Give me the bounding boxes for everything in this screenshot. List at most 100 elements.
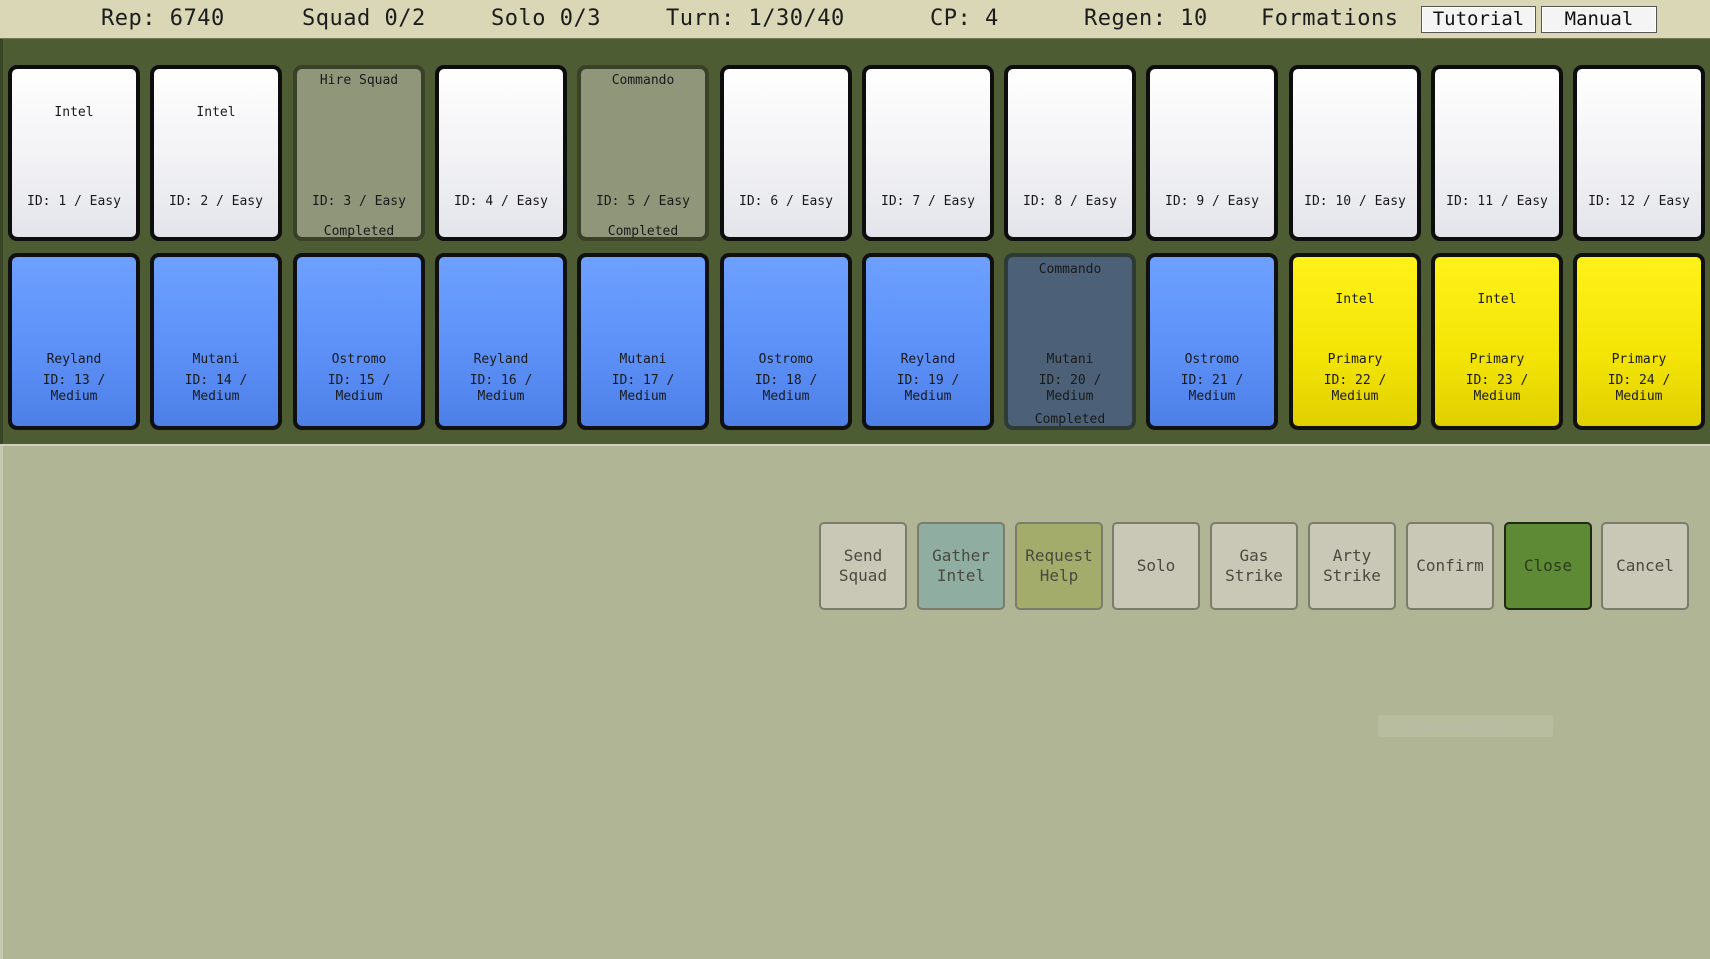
gather-intel-button[interactable]: Gather Intel (917, 522, 1005, 610)
card-id-label: ID: 24 / (1607, 373, 1671, 388)
send-squad-button[interactable]: Send Squad (819, 522, 907, 610)
card-top-label: Commando (1038, 262, 1102, 277)
mission-card-22[interactable]: Intel Primary ID: 22 /Medium (1289, 253, 1421, 430)
card-tag-label: Intel (196, 105, 236, 120)
card-difficulty-label: Medium (1615, 389, 1663, 404)
card-top-label: Hire Squad (319, 73, 399, 88)
card-status-label: Completed (607, 224, 679, 239)
snip-label: Rectangular Snip (1412, 720, 1497, 732)
card-difficulty-label: Medium (1188, 389, 1236, 404)
mission-card-2[interactable]: Intel ID: 2 / Easy (150, 65, 282, 241)
card-id-label: ID: 4 / Easy (454, 194, 548, 209)
card-id-label: ID: 11 / Easy (1446, 194, 1548, 209)
mission-card-9[interactable]: ID: 9 / Easy (1146, 65, 1278, 241)
mission-card-3[interactable]: Hire Squad ID: 3 / Easy Completed (293, 65, 425, 241)
solo-count-readout: Solo 0/3 (491, 6, 601, 31)
mission-card-20[interactable]: Commando Mutani ID: 20 /Medium Completed (1004, 253, 1136, 430)
card-name-label: Mutani (1046, 352, 1094, 367)
turn-readout: Turn: 1/30/40 (666, 6, 845, 31)
request-help-button[interactable]: Request Help (1015, 522, 1103, 610)
rectangular-snip-overlay: × Rectangular Snip (1378, 715, 1553, 737)
card-id-label: ID: 7 / Easy (881, 194, 975, 209)
card-name-label: Primary (1611, 352, 1667, 367)
card-id-label: ID: 9 / Easy (1165, 194, 1259, 209)
card-status-label: Completed (1034, 412, 1106, 427)
card-id-label: ID: 20 / (1038, 373, 1102, 388)
card-id-label: ID: 22 / (1323, 373, 1387, 388)
board-divider (0, 444, 1710, 446)
card-top-label: Commando (611, 73, 675, 88)
mission-card-8[interactable]: ID: 8 / Easy (1004, 65, 1136, 241)
mission-card-4[interactable]: ID: 4 / Easy (435, 65, 567, 241)
card-id-label: ID: 21 / (1180, 373, 1244, 388)
confirm-button[interactable]: Confirm (1406, 522, 1494, 610)
card-difficulty-label: Medium (1473, 389, 1521, 404)
card-difficulty-label: Medium (192, 389, 240, 404)
card-id-label: ID: 1 / Easy (27, 194, 121, 209)
card-difficulty-label: Medium (50, 389, 98, 404)
card-id-label: ID: 2 / Easy (169, 194, 263, 209)
card-name-label: Mutani (619, 352, 667, 367)
card-tag-label: Intel (1335, 292, 1375, 307)
card-id-label: ID: 5 / Easy (596, 194, 690, 209)
mission-card-1[interactable]: Intel ID: 1 / Easy (8, 65, 140, 241)
mission-card-16[interactable]: Reyland ID: 16 /Medium (435, 253, 567, 430)
formations-link[interactable]: Formations (1261, 6, 1398, 31)
card-name-label: Mutani (192, 352, 240, 367)
gas-strike-button[interactable]: Gas Strike (1210, 522, 1298, 610)
card-name-label: Reyland (46, 352, 102, 367)
card-name-label: Reyland (473, 352, 529, 367)
mission-card-17[interactable]: Mutani ID: 17 /Medium (577, 253, 709, 430)
mission-card-24[interactable]: Primary ID: 24 /Medium (1573, 253, 1705, 430)
tutorial-button[interactable]: Tutorial (1421, 6, 1536, 33)
card-id-label: ID: 8 / Easy (1023, 194, 1117, 209)
card-name-label: Ostromo (1184, 352, 1240, 367)
card-id-label: ID: 17 / (611, 373, 675, 388)
card-id-label: ID: 12 / Easy (1588, 194, 1690, 209)
mission-card-21[interactable]: Ostromo ID: 21 /Medium (1146, 253, 1278, 430)
mission-card-18[interactable]: Ostromo ID: 18 /Medium (720, 253, 852, 430)
card-name-label: Primary (1327, 352, 1383, 367)
card-id-label: ID: 15 / (327, 373, 391, 388)
mission-card-7[interactable]: ID: 7 / Easy (862, 65, 994, 241)
arty-strike-button[interactable]: Arty Strike (1308, 522, 1396, 610)
mission-card-5[interactable]: Commando ID: 5 / Easy Completed (577, 65, 709, 241)
card-tag-label: Intel (1477, 292, 1517, 307)
card-tag-label: Intel (54, 105, 94, 120)
card-name-label: Ostromo (758, 352, 814, 367)
mission-card-11[interactable]: ID: 11 / Easy (1431, 65, 1563, 241)
card-id-label: ID: 13 / (42, 373, 106, 388)
mission-card-13[interactable]: Reyland ID: 13 /Medium (8, 253, 140, 430)
mission-card-15[interactable]: Ostromo ID: 15 /Medium (293, 253, 425, 430)
close-icon: × (1388, 720, 1395, 732)
card-id-label: ID: 10 / Easy (1304, 194, 1406, 209)
card-difficulty-label: Medium (335, 389, 383, 404)
mission-card-10[interactable]: ID: 10 / Easy (1289, 65, 1421, 241)
card-difficulty-label: Medium (1331, 389, 1379, 404)
card-id-label: ID: 23 / (1465, 373, 1529, 388)
close-button[interactable]: Close (1504, 522, 1592, 610)
card-name-label: Ostromo (331, 352, 387, 367)
card-status-label: Completed (323, 224, 395, 239)
status-bar: Rep: 6740 Squad 0/2 Solo 0/3 Turn: 1/30/… (0, 0, 1710, 39)
card-difficulty-label: Medium (1046, 389, 1094, 404)
card-id-label: ID: 19 / (896, 373, 960, 388)
manual-button[interactable]: Manual (1541, 6, 1657, 33)
card-id-label: ID: 18 / (754, 373, 818, 388)
card-id-label: ID: 3 / Easy (312, 194, 406, 209)
mission-card-12[interactable]: ID: 12 / Easy (1573, 65, 1705, 241)
card-name-label: Reyland (900, 352, 956, 367)
mission-card-14[interactable]: Mutani ID: 14 /Medium (150, 253, 282, 430)
solo-button[interactable]: Solo (1112, 522, 1200, 610)
reputation-readout: Rep: 6740 (101, 6, 225, 31)
card-id-label: ID: 6 / Easy (739, 194, 833, 209)
card-difficulty-label: Medium (762, 389, 810, 404)
card-difficulty-label: Medium (477, 389, 525, 404)
mission-card-19[interactable]: Reyland ID: 19 /Medium (862, 253, 994, 430)
card-difficulty-label: Medium (619, 389, 667, 404)
card-name-label: Primary (1469, 352, 1525, 367)
mission-card-6[interactable]: ID: 6 / Easy (720, 65, 852, 241)
mission-card-23[interactable]: Intel Primary ID: 23 /Medium (1431, 253, 1563, 430)
card-difficulty-label: Medium (904, 389, 952, 404)
cancel-button[interactable]: Cancel (1601, 522, 1689, 610)
